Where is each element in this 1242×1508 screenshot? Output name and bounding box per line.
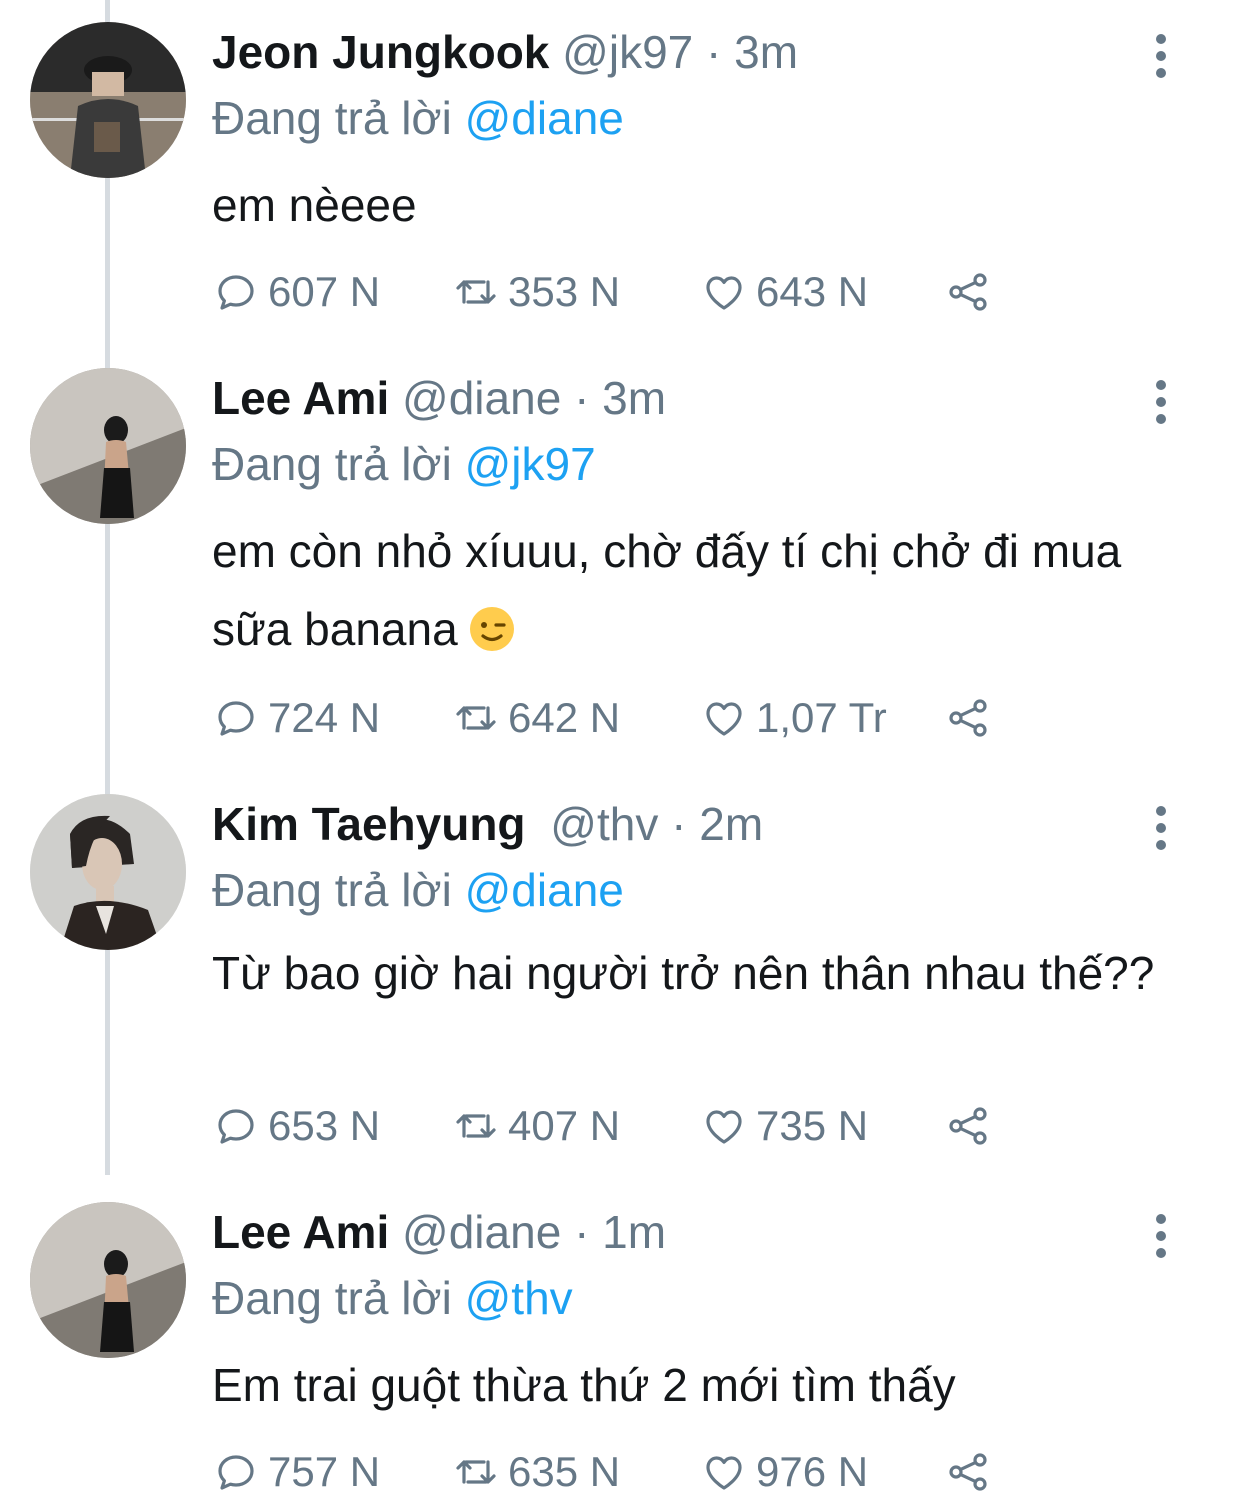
reply-button[interactable]: 724 N — [212, 688, 380, 748]
replying-to: Đang trả lời @jk97 — [212, 434, 596, 494]
more-icon[interactable] — [1146, 34, 1176, 78]
more-icon[interactable] — [1146, 1214, 1176, 1258]
retweet-count: 353 N — [508, 268, 621, 315]
timestamp[interactable]: 3m — [602, 372, 666, 424]
tweet-text: em nèeee — [212, 179, 417, 231]
separator: · — [574, 1206, 590, 1258]
tweet-text-content: em còn nhỏ xíuuu, chờ đấy tí chị chở đi … — [212, 525, 1122, 655]
replying-to: Đang trả lời @diane — [212, 88, 624, 148]
like-button[interactable]: 735 N — [700, 1096, 868, 1156]
share-button[interactable] — [944, 262, 1000, 322]
separator: · — [574, 372, 590, 424]
retweet-count: 407 N — [508, 1102, 621, 1149]
like-button[interactable]: 643 N — [700, 262, 868, 322]
author-handle[interactable]: @thv — [550, 798, 658, 850]
share-icon — [949, 699, 987, 737]
like-count: 643 N — [756, 268, 869, 315]
timestamp[interactable]: 3m — [734, 26, 798, 78]
retweet-icon — [456, 280, 496, 304]
retweet-count: 642 N — [508, 694, 621, 741]
like-button[interactable]: 976 N — [700, 1442, 868, 1502]
like-icon — [706, 1456, 742, 1490]
author-name[interactable]: Lee Ami — [212, 372, 389, 424]
avatar[interactable] — [30, 794, 186, 950]
reply-icon — [218, 275, 254, 310]
like-icon — [706, 702, 742, 736]
reply-icon — [218, 1109, 254, 1144]
retweet-icon — [456, 1114, 496, 1138]
author-name[interactable]: Jeon Jungkook — [212, 26, 549, 78]
mention-link[interactable]: @thv — [465, 1272, 573, 1324]
winking-face-icon — [469, 607, 514, 651]
share-button[interactable] — [944, 1442, 1000, 1502]
reply-count: 724 N — [268, 694, 381, 741]
tweet-header: Jeon Jungkook @jk97 · 3m — [212, 22, 798, 82]
reply-button[interactable]: 653 N — [212, 1096, 380, 1156]
tweet-actions: 724 N 642 N 1,07 Tr — [212, 688, 1112, 748]
author-handle[interactable]: @diane — [402, 372, 561, 424]
tweet-header: Lee Ami @diane · 3m — [212, 368, 666, 428]
author-handle[interactable]: @jk97 — [562, 26, 693, 78]
replying-prefix: Đang trả lời — [212, 92, 452, 144]
tweet-header: Kim Taehyung @thv · 2m — [212, 794, 763, 854]
reply-count: 653 N — [268, 1102, 381, 1149]
tweet[interactable]: Kim Taehyung @thv · 2m Đang trả lời @dia… — [0, 772, 1242, 1182]
more-icon[interactable] — [1146, 380, 1176, 424]
timestamp[interactable]: 2m — [699, 798, 763, 850]
like-count: 1,07 Tr — [756, 694, 887, 741]
like-button[interactable]: 1,07 Tr — [700, 688, 887, 748]
share-icon — [949, 1107, 987, 1145]
reply-icon — [218, 1455, 254, 1490]
avatar[interactable] — [30, 368, 186, 524]
avatar[interactable] — [30, 22, 186, 178]
author-handle[interactable]: @diane — [402, 1206, 561, 1258]
share-button[interactable] — [944, 688, 1000, 748]
reply-icon — [218, 701, 254, 736]
mention-link[interactable]: @jk97 — [465, 438, 596, 490]
author-name[interactable]: Kim Taehyung — [212, 798, 526, 850]
avatar[interactable] — [30, 1202, 186, 1358]
tweet-header: Lee Ami @diane · 1m — [212, 1202, 666, 1262]
share-button[interactable] — [944, 1096, 1000, 1156]
mention-link[interactable]: @diane — [465, 92, 624, 144]
replying-prefix: Đang trả lời — [212, 864, 452, 916]
retweet-button[interactable]: 353 N — [452, 262, 620, 322]
tweet[interactable]: Lee Ami @diane · 1m Đang trả lời @thv Em… — [0, 1180, 1242, 1508]
reply-button[interactable]: 607 N — [212, 262, 380, 322]
mention-link[interactable]: @diane — [465, 864, 624, 916]
tweet[interactable]: Lee Ami @diane · 3m Đang trả lời @jk97 e… — [0, 346, 1242, 776]
author-name[interactable]: Lee Ami — [212, 1206, 389, 1258]
retweet-button[interactable]: 642 N — [452, 688, 620, 748]
reply-count: 607 N — [268, 268, 381, 315]
share-icon — [949, 1453, 987, 1491]
share-icon — [949, 273, 987, 311]
separator: · — [706, 26, 722, 78]
reply-button[interactable]: 757 N — [212, 1442, 380, 1502]
timestamp[interactable]: 1m — [602, 1206, 666, 1258]
retweet-button[interactable]: 407 N — [452, 1096, 620, 1156]
retweet-count: 635 N — [508, 1448, 621, 1495]
like-icon — [706, 276, 742, 310]
tweet-actions: 607 N 353 N 643 N — [212, 262, 1112, 322]
tweet-actions: 653 N 407 N 735 N — [212, 1096, 1112, 1156]
retweet-icon — [456, 706, 496, 730]
separator: · — [671, 798, 687, 850]
tweet[interactable]: Jeon Jungkook @jk97 · 3m Đang trả lời @d… — [0, 0, 1242, 340]
replying-prefix: Đang trả lời — [212, 438, 452, 490]
like-icon — [706, 1110, 742, 1144]
tweet-text: em còn nhỏ xíuuu, chờ đấy tí chị chở đi … — [212, 512, 1202, 668]
replying-prefix: Đang trả lời — [212, 1272, 452, 1324]
reply-count: 757 N — [268, 1448, 381, 1495]
tweet-text: Từ bao giờ hai người trở nên thân nhau t… — [212, 947, 1155, 999]
tweet-text: Em trai guột thừa thứ 2 mới tìm thấy — [212, 1359, 956, 1411]
more-icon[interactable] — [1146, 806, 1176, 850]
retweet-button[interactable]: 635 N — [452, 1442, 620, 1502]
retweet-icon — [456, 1460, 496, 1484]
tweet-actions: 757 N 635 N 976 N — [212, 1442, 1112, 1502]
like-count: 976 N — [756, 1448, 869, 1495]
like-count: 735 N — [756, 1102, 869, 1149]
replying-to: Đang trả lời @thv — [212, 1268, 573, 1328]
replying-to: Đang trả lời @diane — [212, 860, 624, 920]
